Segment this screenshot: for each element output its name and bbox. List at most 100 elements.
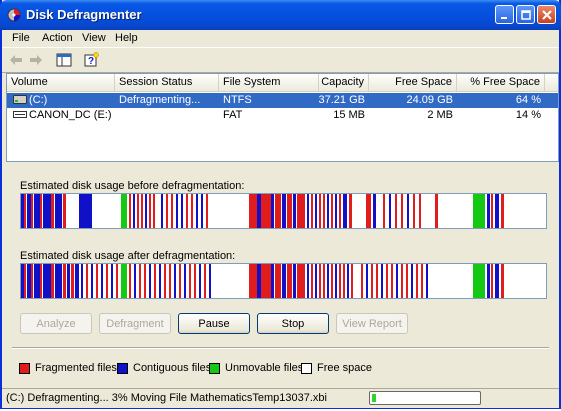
- progress-fill: [372, 394, 376, 402]
- disk-cluster-c: [161, 194, 163, 228]
- disk-cluster-f: [40, 264, 42, 298]
- disk-cluster-f: [129, 264, 131, 298]
- disk-cluster-f: [106, 264, 108, 298]
- menu-view[interactable]: View: [82, 32, 106, 44]
- disk-cluster-f: [323, 264, 325, 298]
- disk-cluster-c: [373, 194, 376, 228]
- column-header-percent-free-space[interactable]: % Free Space: [457, 74, 545, 91]
- legend-free-label: Free space: [317, 362, 373, 374]
- disk-cluster-f: [137, 194, 139, 228]
- disk-cluster-c: [282, 264, 286, 298]
- disk-cluster-f: [204, 264, 206, 298]
- disk-cluster-c: [43, 264, 51, 298]
- disk-cluster-c: [315, 194, 317, 228]
- disk-cluster-c: [335, 194, 337, 228]
- back-arrow-icon: [10, 55, 22, 65]
- disk-cluster-u: [121, 264, 127, 298]
- disk-cluster-c: [327, 264, 329, 298]
- defragment-button[interactable]: Defragment: [99, 313, 171, 334]
- disk-cluster-c: [307, 194, 309, 228]
- disk-cluster-f: [319, 264, 321, 298]
- disk-cluster-f: [169, 264, 171, 298]
- disk-cluster-f: [391, 264, 393, 298]
- disk-cluster-f: [491, 264, 493, 298]
- column-headers: Volume Session Status File System Capaci…: [7, 74, 558, 92]
- volume-capacity: 15 MB: [333, 109, 365, 121]
- svg-text:?: ?: [88, 56, 94, 67]
- stop-button[interactable]: Stop: [257, 313, 329, 334]
- progress-bar: [369, 391, 481, 405]
- disk-cluster-c: [134, 264, 136, 298]
- minimize-button[interactable]: [495, 5, 514, 24]
- volume-row-c[interactable]: (C:) Defragmenting... NTFS 37.21 GB 24.0…: [7, 93, 558, 108]
- disk-cluster-f: [261, 194, 271, 228]
- column-header-free-space[interactable]: Free Space: [369, 74, 457, 91]
- disk-cluster-c: [411, 264, 413, 298]
- disk-cluster-f: [171, 194, 173, 228]
- disk-cluster-f: [371, 264, 373, 298]
- disk-cluster-f: [275, 194, 281, 228]
- column-header-session-status[interactable]: Session Status: [115, 74, 219, 91]
- disk-cluster-f: [319, 194, 321, 228]
- disk-cluster-f: [189, 264, 191, 298]
- maximize-button[interactable]: [516, 5, 535, 24]
- disk-cluster-f: [287, 194, 292, 228]
- maximize-icon: [520, 9, 531, 20]
- help-icon: ?: [84, 52, 99, 67]
- disk-cluster-f: [421, 264, 423, 298]
- disk-cluster-c: [271, 264, 274, 298]
- menu-action[interactable]: Action: [42, 32, 73, 44]
- disk-cluster-c: [366, 264, 368, 298]
- close-button[interactable]: [537, 5, 556, 24]
- disk-cluster-f: [343, 264, 345, 298]
- disk-cluster-f: [331, 264, 333, 298]
- menu-help[interactable]: Help: [115, 32, 138, 44]
- disk-cluster-c: [174, 264, 176, 298]
- disk-cluster-f: [141, 194, 143, 228]
- analyze-button[interactable]: Analyze: [20, 313, 92, 334]
- forward-button[interactable]: [28, 52, 44, 68]
- legend-fragmented-label: Fragmented files: [35, 362, 117, 374]
- disk-cluster-c: [343, 194, 347, 228]
- disk-cluster-f: [331, 194, 333, 228]
- disk-cluster-c: [159, 264, 161, 298]
- title-bar[interactable]: Disk Defragmenter: [0, 0, 561, 30]
- volume-list[interactable]: Volume Session Status File System Capaci…: [6, 73, 559, 162]
- disk-cluster-c: [407, 194, 409, 228]
- view-report-button[interactable]: View Report: [336, 313, 408, 334]
- disk-cluster-f: [361, 264, 363, 298]
- defragmenter-app-icon: [7, 8, 21, 22]
- back-button[interactable]: [8, 52, 24, 68]
- disk-cluster-f: [166, 194, 168, 228]
- disk-cluster-c: [201, 194, 203, 228]
- column-header-capacity[interactable]: Capacity: [297, 74, 369, 91]
- disk-cluster-f: [419, 194, 421, 228]
- disk-cluster-c: [271, 194, 274, 228]
- disk-cluster-c: [487, 264, 490, 298]
- show-hide-console-tree-button[interactable]: [56, 52, 72, 68]
- disk-cluster-c: [347, 264, 349, 298]
- after-label: Estimated disk usage after defragmentati…: [20, 250, 236, 262]
- disk-cluster-c: [79, 194, 92, 228]
- disk-cluster-f: [386, 264, 388, 298]
- before-usage-bar: [20, 193, 547, 229]
- disk-cluster-c: [67, 264, 70, 298]
- menu-file[interactable]: File: [12, 32, 30, 44]
- volume-capacity: 37.21 GB: [318, 94, 365, 106]
- disk-cluster-f: [63, 264, 66, 298]
- before-label: Estimated disk usage before defragmentat…: [20, 180, 245, 192]
- drive-icon: [13, 95, 27, 104]
- column-header-volume[interactable]: Volume: [7, 74, 115, 91]
- disk-cluster-f: [287, 264, 292, 298]
- window-title: Disk Defragmenter: [26, 7, 142, 22]
- disk-cluster-c: [101, 264, 103, 298]
- disk-cluster-f: [501, 264, 504, 298]
- disk-cluster-f: [303, 264, 305, 298]
- disk-cluster-f: [96, 264, 98, 298]
- disk-cluster-f: [261, 264, 271, 298]
- pause-button[interactable]: Pause: [178, 313, 250, 334]
- volume-status: [115, 108, 219, 123]
- disk-cluster-f: [376, 264, 378, 298]
- help-button[interactable]: ?: [83, 52, 99, 68]
- volume-row-e[interactable]: CANON_DC (E:) FAT 15 MB 2 MB 14 %: [7, 108, 558, 123]
